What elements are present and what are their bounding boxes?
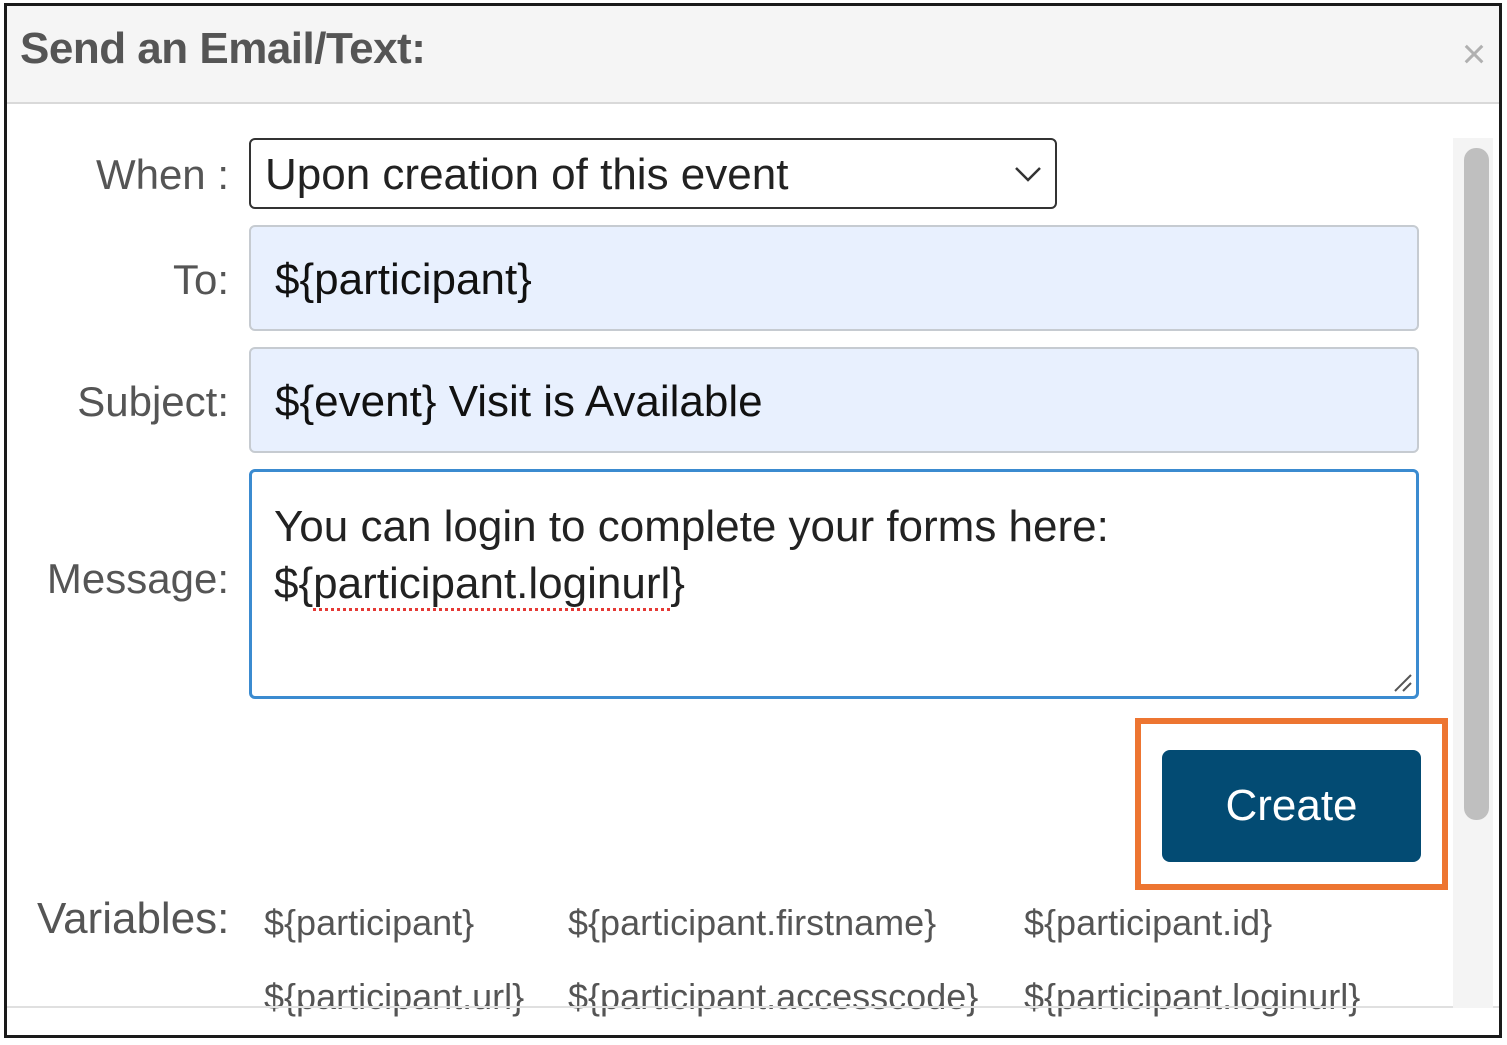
to-field[interactable]: ${participant} — [249, 225, 1419, 331]
chevron-down-icon — [1015, 167, 1041, 182]
dialog-header: Send an Email/Text: × — [7, 6, 1499, 104]
dialog-title: Send an Email/Text: — [20, 24, 426, 73]
divider — [7, 1006, 1499, 1008]
variable-item[interactable]: ${participant.accesscode} — [568, 976, 978, 1018]
close-icon[interactable]: × — [1455, 30, 1493, 78]
variable-item[interactable]: ${participant.firstname} — [568, 902, 936, 944]
when-select-value: Upon creation of this event — [265, 150, 789, 199]
message-line-2: ${participant.loginurl} — [274, 559, 685, 609]
message-line-2-suffix: } — [670, 559, 685, 608]
spellcheck-flagged-text: participant.loginurl — [313, 559, 671, 608]
message-label: Message: — [46, 555, 229, 602]
to-field-value: ${participant} — [275, 255, 532, 304]
message-line-2-prefix: ${ — [274, 559, 314, 608]
send-email-dialog: Send an Email/Text: × When : Upon creati… — [4, 3, 1502, 1038]
when-label: When : — [95, 151, 229, 198]
subject-field[interactable]: ${event} Visit is Available — [249, 347, 1419, 453]
variable-item[interactable]: ${participant.id} — [1024, 902, 1272, 944]
variable-item[interactable]: ${participant.loginurl} — [1024, 976, 1360, 1018]
variable-item[interactable]: ${participant.url} — [264, 976, 524, 1018]
variables-label: Variables: — [37, 894, 230, 943]
when-select[interactable]: Upon creation of this event — [249, 138, 1057, 209]
create-button[interactable]: Create — [1162, 750, 1421, 862]
message-textarea[interactable]: You can login to complete your forms her… — [249, 469, 1419, 699]
variable-item[interactable]: ${participant} — [264, 902, 474, 944]
to-label: To: — [172, 256, 229, 303]
scrollbar-thumb[interactable] — [1464, 148, 1489, 820]
resize-handle-icon[interactable] — [1391, 671, 1413, 693]
subject-field-value: ${event} Visit is Available — [275, 377, 763, 426]
subject-label: Subject: — [77, 378, 229, 425]
message-line-1: You can login to complete your forms her… — [274, 502, 1109, 551]
